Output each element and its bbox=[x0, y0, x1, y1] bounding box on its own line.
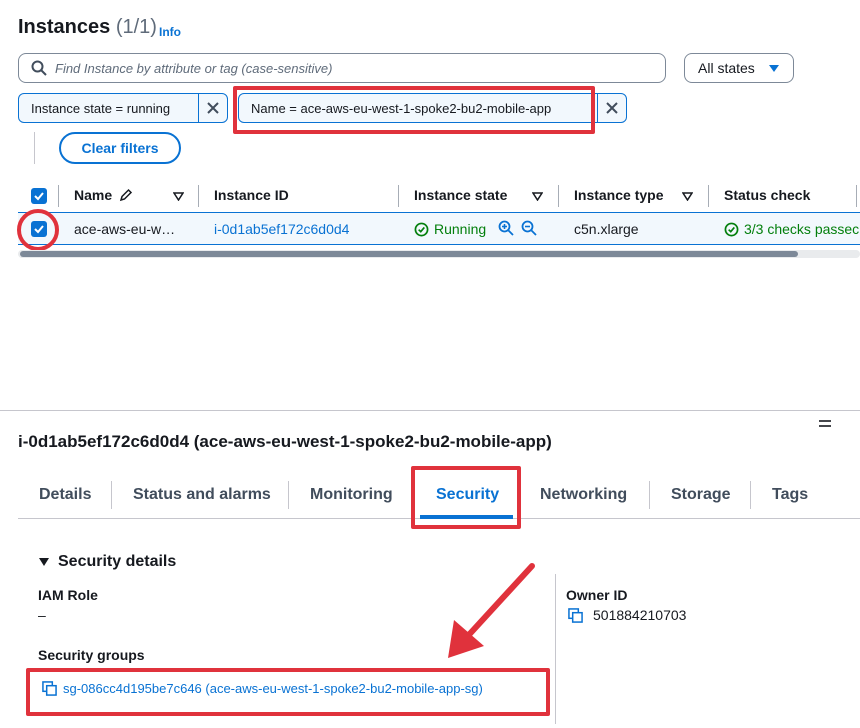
sort-icon[interactable] bbox=[532, 192, 543, 201]
column-header-instance-state[interactable]: Instance state bbox=[414, 187, 507, 203]
states-select-value: All states bbox=[698, 60, 755, 76]
zoom-in-icon[interactable] bbox=[498, 220, 514, 236]
security-details-header[interactable]: Security details bbox=[39, 553, 176, 571]
column-header-name[interactable]: Name bbox=[74, 187, 133, 203]
column-divider bbox=[555, 574, 556, 724]
row-instance-type: c5n.xlarge bbox=[574, 221, 639, 237]
highlight-name-filter bbox=[233, 86, 595, 134]
column-header-status-check[interactable]: Status check bbox=[724, 187, 810, 203]
scrollbar-thumb[interactable] bbox=[20, 251, 798, 257]
sort-icon[interactable] bbox=[173, 192, 184, 201]
tab-monitoring[interactable]: Monitoring bbox=[310, 486, 393, 504]
tab-separator bbox=[750, 481, 751, 509]
column-separator bbox=[856, 185, 857, 207]
column-separator bbox=[58, 185, 59, 207]
filter-token-state[interactable]: Instance state = running bbox=[18, 93, 228, 123]
check-circle-icon bbox=[724, 222, 739, 236]
column-header-instance-id[interactable]: Instance ID bbox=[214, 187, 289, 203]
owner-id-label: Owner ID bbox=[566, 587, 628, 603]
search-placeholder: Find Instance by attribute or tag (case-… bbox=[55, 60, 333, 76]
tab-status-and-alarms[interactable]: Status and alarms bbox=[133, 486, 271, 504]
select-all-checkbox[interactable] bbox=[31, 188, 47, 204]
search-input[interactable]: Find Instance by attribute or tag (case-… bbox=[18, 53, 666, 83]
detail-title: i-0d1ab5ef172c6d0d4 (ace-aws-eu-west-1-s… bbox=[18, 432, 552, 451]
status-check-text: 3/3 checks passec bbox=[744, 221, 860, 237]
column-separator bbox=[708, 185, 709, 207]
tab-storage[interactable]: Storage bbox=[671, 486, 731, 504]
tab-separator bbox=[649, 481, 650, 509]
page-title: Instances (1/1) bbox=[18, 16, 157, 39]
highlight-security-group bbox=[26, 668, 550, 716]
close-icon[interactable] bbox=[199, 94, 227, 122]
drag-handle-icon[interactable] bbox=[819, 416, 831, 434]
states-select[interactable]: All states bbox=[684, 53, 794, 83]
row-instance-id-link[interactable]: i-0d1ab5ef172c6d0d4 bbox=[214, 221, 349, 237]
column-header-instance-type[interactable]: Instance type bbox=[574, 187, 663, 203]
divider bbox=[34, 132, 35, 164]
search-icon bbox=[31, 60, 47, 76]
column-separator bbox=[558, 185, 559, 207]
tab-details[interactable]: Details bbox=[39, 486, 91, 504]
caret-down-icon bbox=[769, 64, 779, 72]
split-panel-divider bbox=[0, 410, 860, 411]
tab-tags[interactable]: Tags bbox=[772, 486, 808, 504]
copy-icon[interactable] bbox=[568, 607, 583, 623]
column-separator bbox=[398, 185, 399, 207]
owner-id-value: 501884210703 bbox=[593, 607, 687, 623]
caret-down-icon bbox=[39, 558, 49, 566]
row-name: ace-aws-eu-w… bbox=[74, 221, 176, 237]
annotation-arrow bbox=[448, 563, 535, 658]
state-text: Running bbox=[434, 221, 487, 237]
clear-filters-button[interactable]: Clear filters bbox=[59, 132, 181, 164]
tab-networking[interactable]: Networking bbox=[540, 486, 627, 504]
filter-token-label: Instance state = running bbox=[19, 94, 199, 122]
info-link[interactable]: Info bbox=[159, 25, 181, 39]
security-groups-label: Security groups bbox=[38, 647, 145, 663]
sort-icon[interactable] bbox=[682, 192, 693, 201]
close-icon[interactable] bbox=[598, 94, 626, 122]
row-instance-state: Running bbox=[414, 221, 486, 237]
edit-icon bbox=[119, 188, 133, 202]
check-circle-icon bbox=[414, 222, 429, 236]
highlight-row-checkbox bbox=[17, 209, 59, 251]
iam-role-label: IAM Role bbox=[38, 587, 98, 603]
column-separator bbox=[198, 185, 199, 207]
page-title-text: Instances bbox=[18, 16, 111, 38]
section-title: Security details bbox=[58, 553, 177, 570]
highlight-security-tab bbox=[411, 466, 521, 529]
iam-role-value: – bbox=[38, 607, 46, 623]
row-status-check: 3/3 checks passec bbox=[724, 221, 859, 237]
tab-separator bbox=[288, 481, 289, 509]
column-header-label: Name bbox=[74, 187, 113, 203]
tab-separator bbox=[111, 481, 112, 509]
zoom-out-icon[interactable] bbox=[521, 220, 537, 236]
instance-count: (1/1) bbox=[115, 16, 157, 38]
owner-id-row: 501884210703 bbox=[568, 607, 686, 623]
